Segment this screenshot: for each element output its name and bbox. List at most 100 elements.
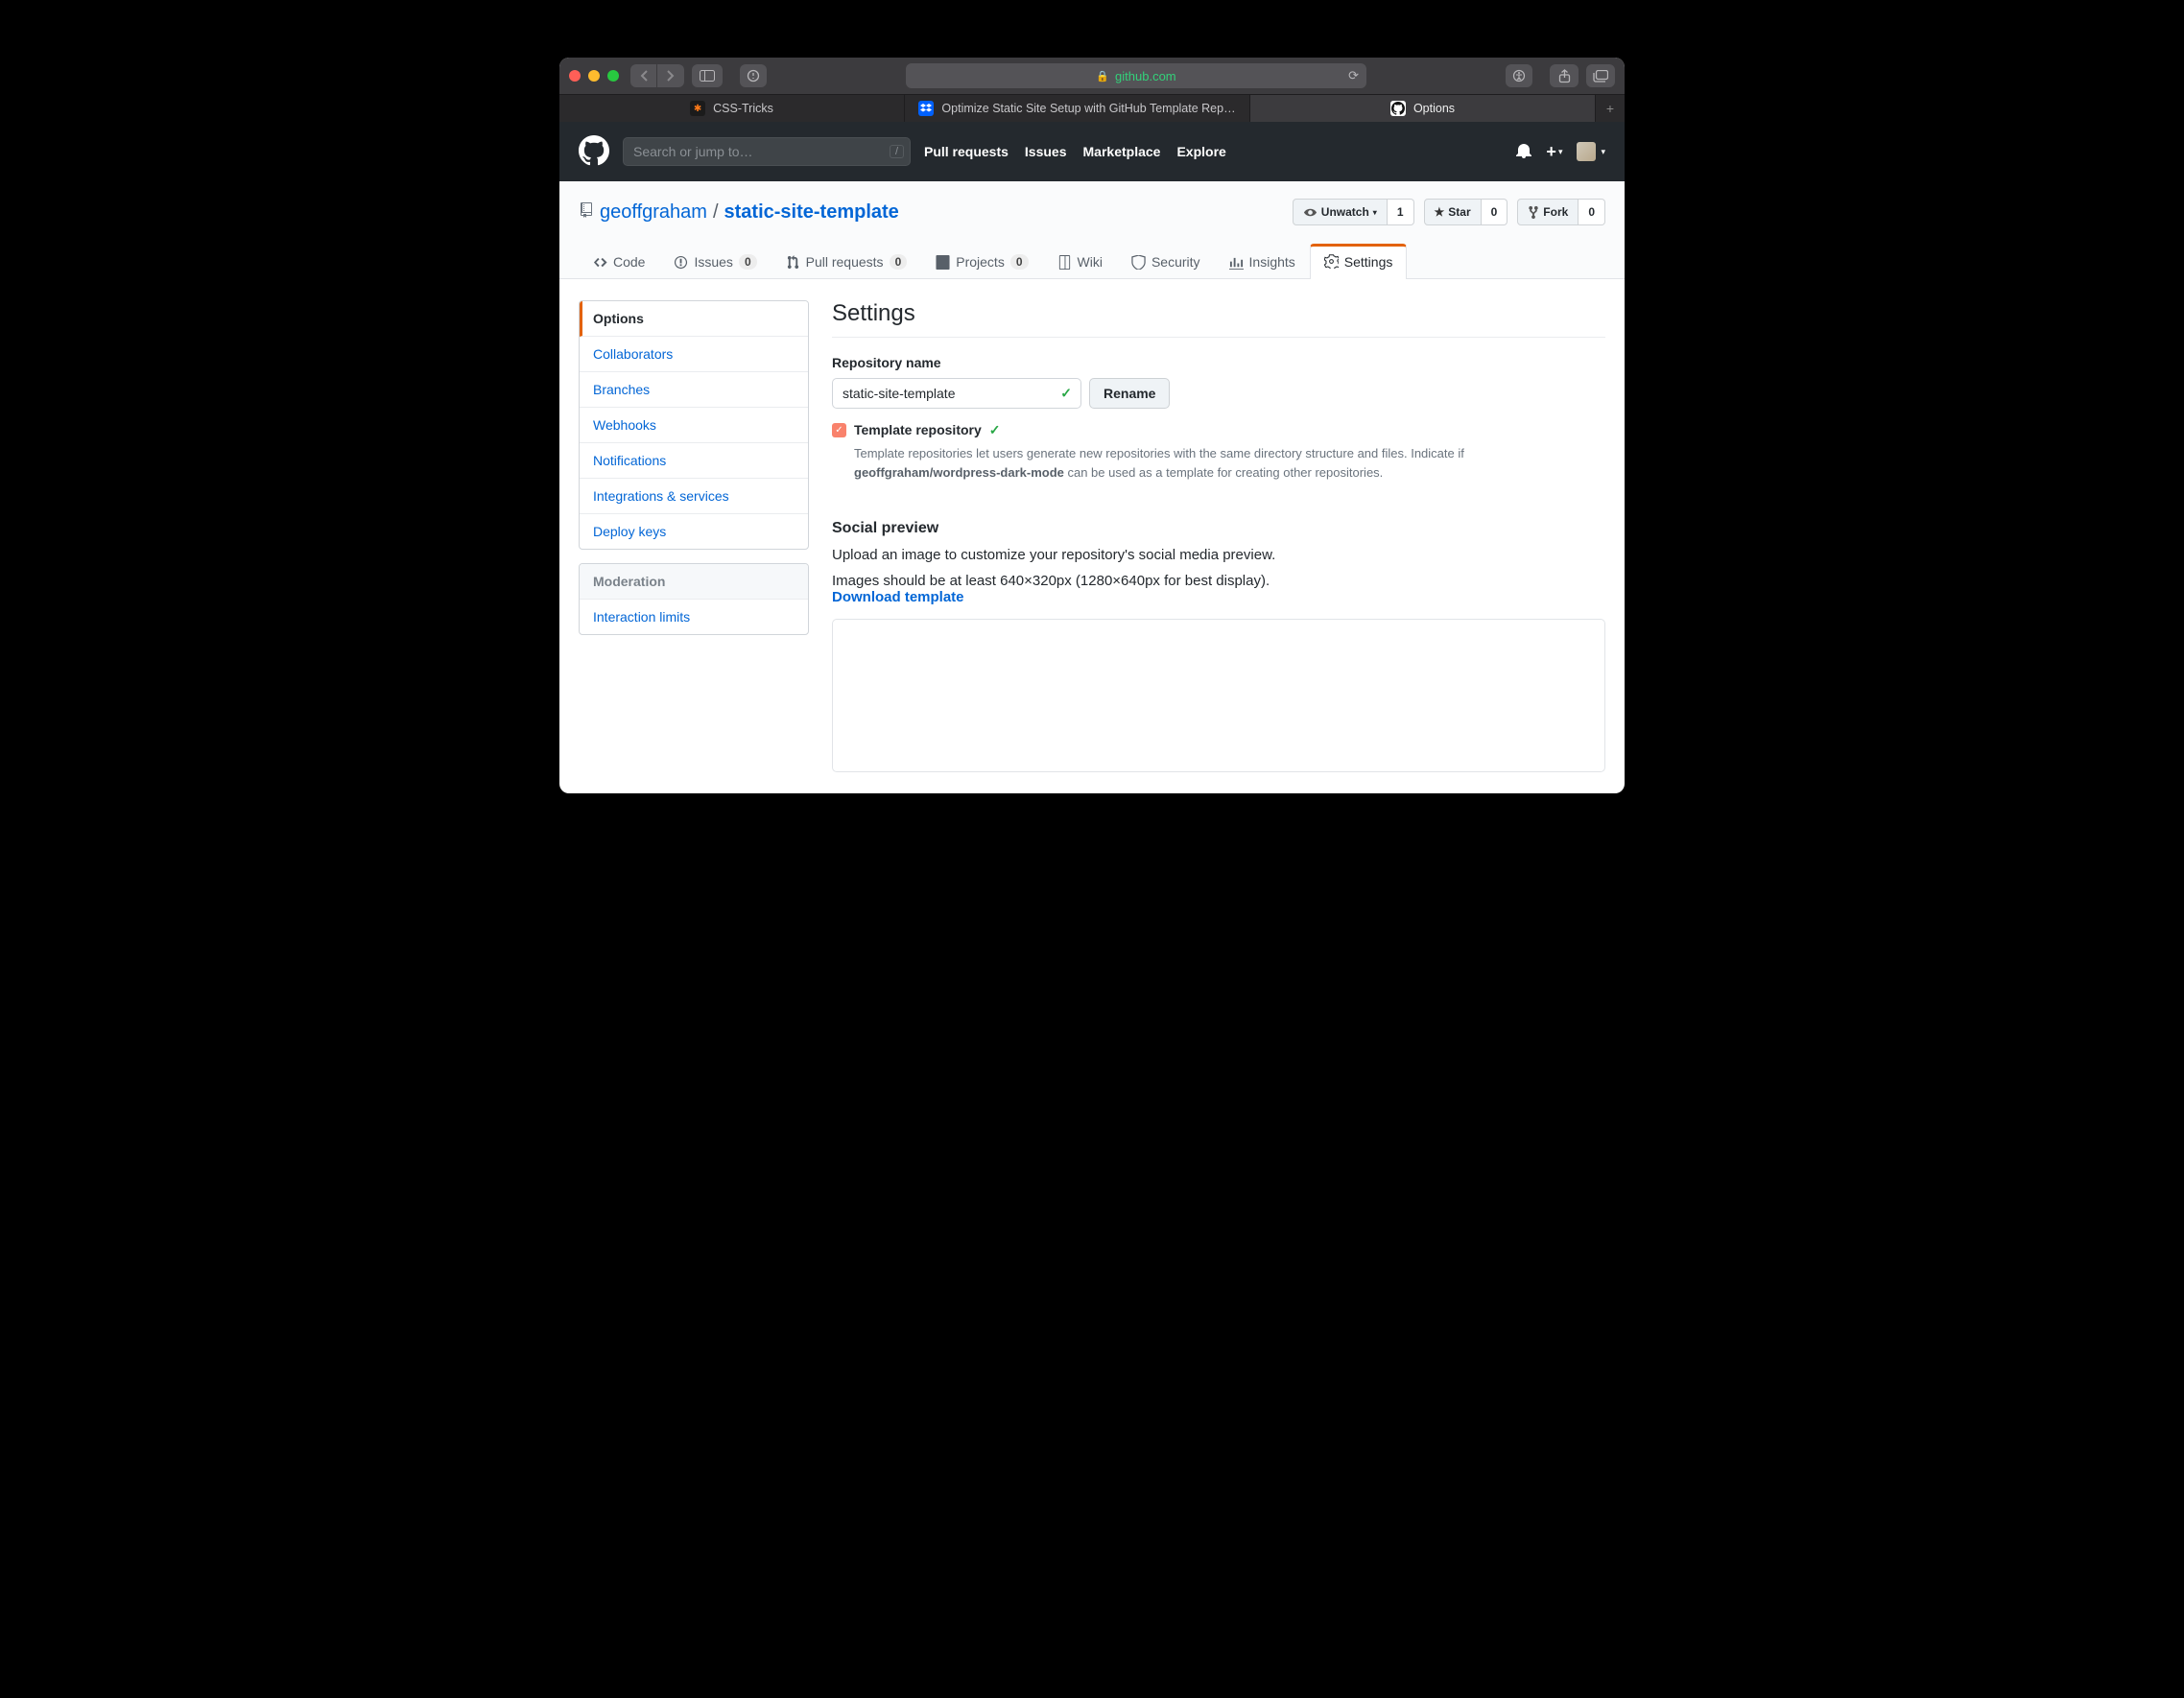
- browser-tab-strip: ✱ CSS-Tricks Optimize Static Site Setup …: [559, 94, 1625, 122]
- tab-code[interactable]: Code: [579, 244, 659, 279]
- input-valid-check-icon: ✓: [1060, 386, 1072, 402]
- user-menu[interactable]: ▾: [1577, 142, 1605, 161]
- repo-name-input[interactable]: [832, 378, 1081, 409]
- browser-tab-css-tricks[interactable]: ✱ CSS-Tricks: [559, 95, 905, 122]
- issues-count: 0: [739, 254, 757, 270]
- browser-tab-dropbox-paper[interactable]: Optimize Static Site Setup with GitHub T…: [905, 95, 1250, 122]
- window-traffic-lights: [569, 70, 619, 82]
- tab-label: Insights: [1249, 254, 1295, 270]
- template-label: Template repository: [854, 422, 982, 437]
- saved-check-icon: ✓: [989, 422, 1001, 438]
- notifications-icon[interactable]: [1516, 143, 1531, 161]
- tab-pull-requests[interactable]: Pull requests 0: [772, 244, 922, 279]
- moderation-heading: Moderation: [580, 564, 808, 600]
- reload-button[interactable]: ⟳: [1348, 68, 1359, 83]
- tab-label: CSS-Tricks: [713, 102, 773, 115]
- sidebar-item-interaction-limits[interactable]: Interaction limits: [580, 600, 808, 634]
- download-template-link[interactable]: Download template: [832, 589, 964, 605]
- repo-nav: Code Issues 0 Pull requests 0 Projects 0…: [579, 243, 1605, 278]
- toolbar-right-icons: [1550, 64, 1615, 87]
- tab-settings[interactable]: Settings: [1310, 244, 1408, 279]
- github-header: Search or jump to… / Pull requests Issue…: [559, 122, 1625, 181]
- new-tab-button[interactable]: +: [1596, 95, 1625, 122]
- tab-insights[interactable]: Insights: [1215, 244, 1310, 279]
- forward-button[interactable]: [657, 64, 684, 87]
- tab-security[interactable]: Security: [1117, 244, 1215, 279]
- sidebar-item-notifications[interactable]: Notifications: [580, 443, 808, 479]
- create-new-menu[interactable]: +▾: [1546, 142, 1562, 162]
- rename-button[interactable]: Rename: [1089, 378, 1170, 409]
- browser-tab-github-options[interactable]: Options: [1250, 95, 1596, 122]
- sidebar-item-integrations[interactable]: Integrations & services: [580, 479, 808, 514]
- settings-menu: Options Collaborators Branches Webhooks …: [579, 300, 809, 550]
- breadcrumb-separator: /: [713, 201, 719, 224]
- star-icon: ★: [1435, 205, 1445, 219]
- tabs-overview-button[interactable]: [1586, 64, 1615, 87]
- address-bar[interactable]: 🔒 github.com ⟳: [906, 63, 1366, 88]
- watch-count[interactable]: 1: [1388, 199, 1414, 225]
- note-text-post: can be used as a template for creating o…: [1064, 465, 1383, 480]
- search-placeholder: Search or jump to…: [633, 144, 753, 159]
- sidebar-item-deploy-keys[interactable]: Deploy keys: [580, 514, 808, 549]
- repo-name-input-wrap: ✓: [832, 378, 1081, 409]
- repo-icon: [579, 201, 594, 224]
- url-host-text: github.com: [1115, 69, 1176, 83]
- nav-back-forward: [630, 64, 684, 87]
- nav-marketplace[interactable]: Marketplace: [1083, 144, 1161, 159]
- note-bold-reponame: geoffgraham/wordpress-dark-mode: [854, 465, 1064, 480]
- star-button[interactable]: ★ Star: [1424, 199, 1482, 225]
- github-search-input[interactable]: Search or jump to… /: [623, 137, 911, 166]
- browser-window: 🔒 github.com ⟳ ✱ CSS-Tricks Optimize Sta…: [559, 58, 1625, 793]
- minimize-window-button[interactable]: [588, 70, 600, 82]
- sidebar-item-options[interactable]: Options: [580, 301, 808, 337]
- reader-accessibility-button[interactable]: [1506, 64, 1532, 87]
- sidebar-toggle-button[interactable]: [692, 64, 723, 87]
- nav-explore[interactable]: Explore: [1176, 144, 1225, 159]
- fork-button[interactable]: Fork: [1517, 199, 1579, 225]
- watch-button-group: Unwatch ▾ 1: [1293, 199, 1414, 225]
- lock-icon: 🔒: [1096, 70, 1109, 83]
- github-logo-icon[interactable]: [579, 135, 609, 169]
- tab-label: Options: [1413, 102, 1455, 115]
- favicon-icon: [918, 101, 934, 116]
- pulls-count: 0: [890, 254, 908, 270]
- share-button[interactable]: [1550, 64, 1579, 87]
- tab-label: Pull requests: [806, 254, 884, 270]
- sidebar-item-webhooks[interactable]: Webhooks: [580, 408, 808, 443]
- template-note: Template repositories let users generate…: [854, 444, 1605, 482]
- repo-name-link[interactable]: static-site-template: [724, 201, 899, 224]
- note-text-pre: Template repositories let users generate…: [854, 446, 1464, 460]
- social-preview-dropzone[interactable]: [832, 619, 1605, 772]
- search-slash-hint: /: [890, 145, 904, 158]
- tab-label: Issues: [694, 254, 732, 270]
- fullscreen-window-button[interactable]: [607, 70, 619, 82]
- safari-toolbar: 🔒 github.com ⟳: [559, 58, 1625, 94]
- avatar: [1577, 142, 1596, 161]
- social-image-size-text: Images should be at least 640×320px (128…: [832, 573, 1270, 589]
- favicon-icon: ✱: [690, 101, 705, 116]
- sidebar-item-branches[interactable]: Branches: [580, 372, 808, 408]
- tab-label: Settings: [1344, 254, 1393, 270]
- tab-issues[interactable]: Issues 0: [659, 244, 771, 279]
- close-window-button[interactable]: [569, 70, 581, 82]
- caret-icon: ▾: [1373, 208, 1377, 217]
- tab-label: Wiki: [1078, 254, 1103, 270]
- settings-content: Options Collaborators Branches Webhooks …: [559, 279, 1625, 793]
- back-button[interactable]: [630, 64, 657, 87]
- star-count[interactable]: 0: [1482, 199, 1508, 225]
- repo-pagehead: geoffgraham / static-site-template Unwat…: [559, 181, 1625, 279]
- privacy-report-button[interactable]: [740, 64, 767, 87]
- unwatch-button[interactable]: Unwatch ▾: [1293, 199, 1388, 225]
- page-title: Settings: [832, 300, 1605, 338]
- template-checkbox[interactable]: ✓: [832, 423, 846, 437]
- tab-projects[interactable]: Projects 0: [921, 244, 1042, 279]
- repo-owner-link[interactable]: geoffgraham: [600, 201, 707, 224]
- tab-label: Optimize Static Site Setup with GitHub T…: [941, 102, 1235, 115]
- repo-breadcrumb: geoffgraham / static-site-template: [579, 201, 899, 224]
- sidebar-item-collaborators[interactable]: Collaborators: [580, 337, 808, 372]
- nav-issues[interactable]: Issues: [1025, 144, 1067, 159]
- tab-wiki[interactable]: Wiki: [1043, 244, 1117, 279]
- fork-count[interactable]: 0: [1579, 199, 1605, 225]
- nav-pull-requests[interactable]: Pull requests: [924, 144, 1009, 159]
- fork-label: Fork: [1543, 205, 1568, 219]
